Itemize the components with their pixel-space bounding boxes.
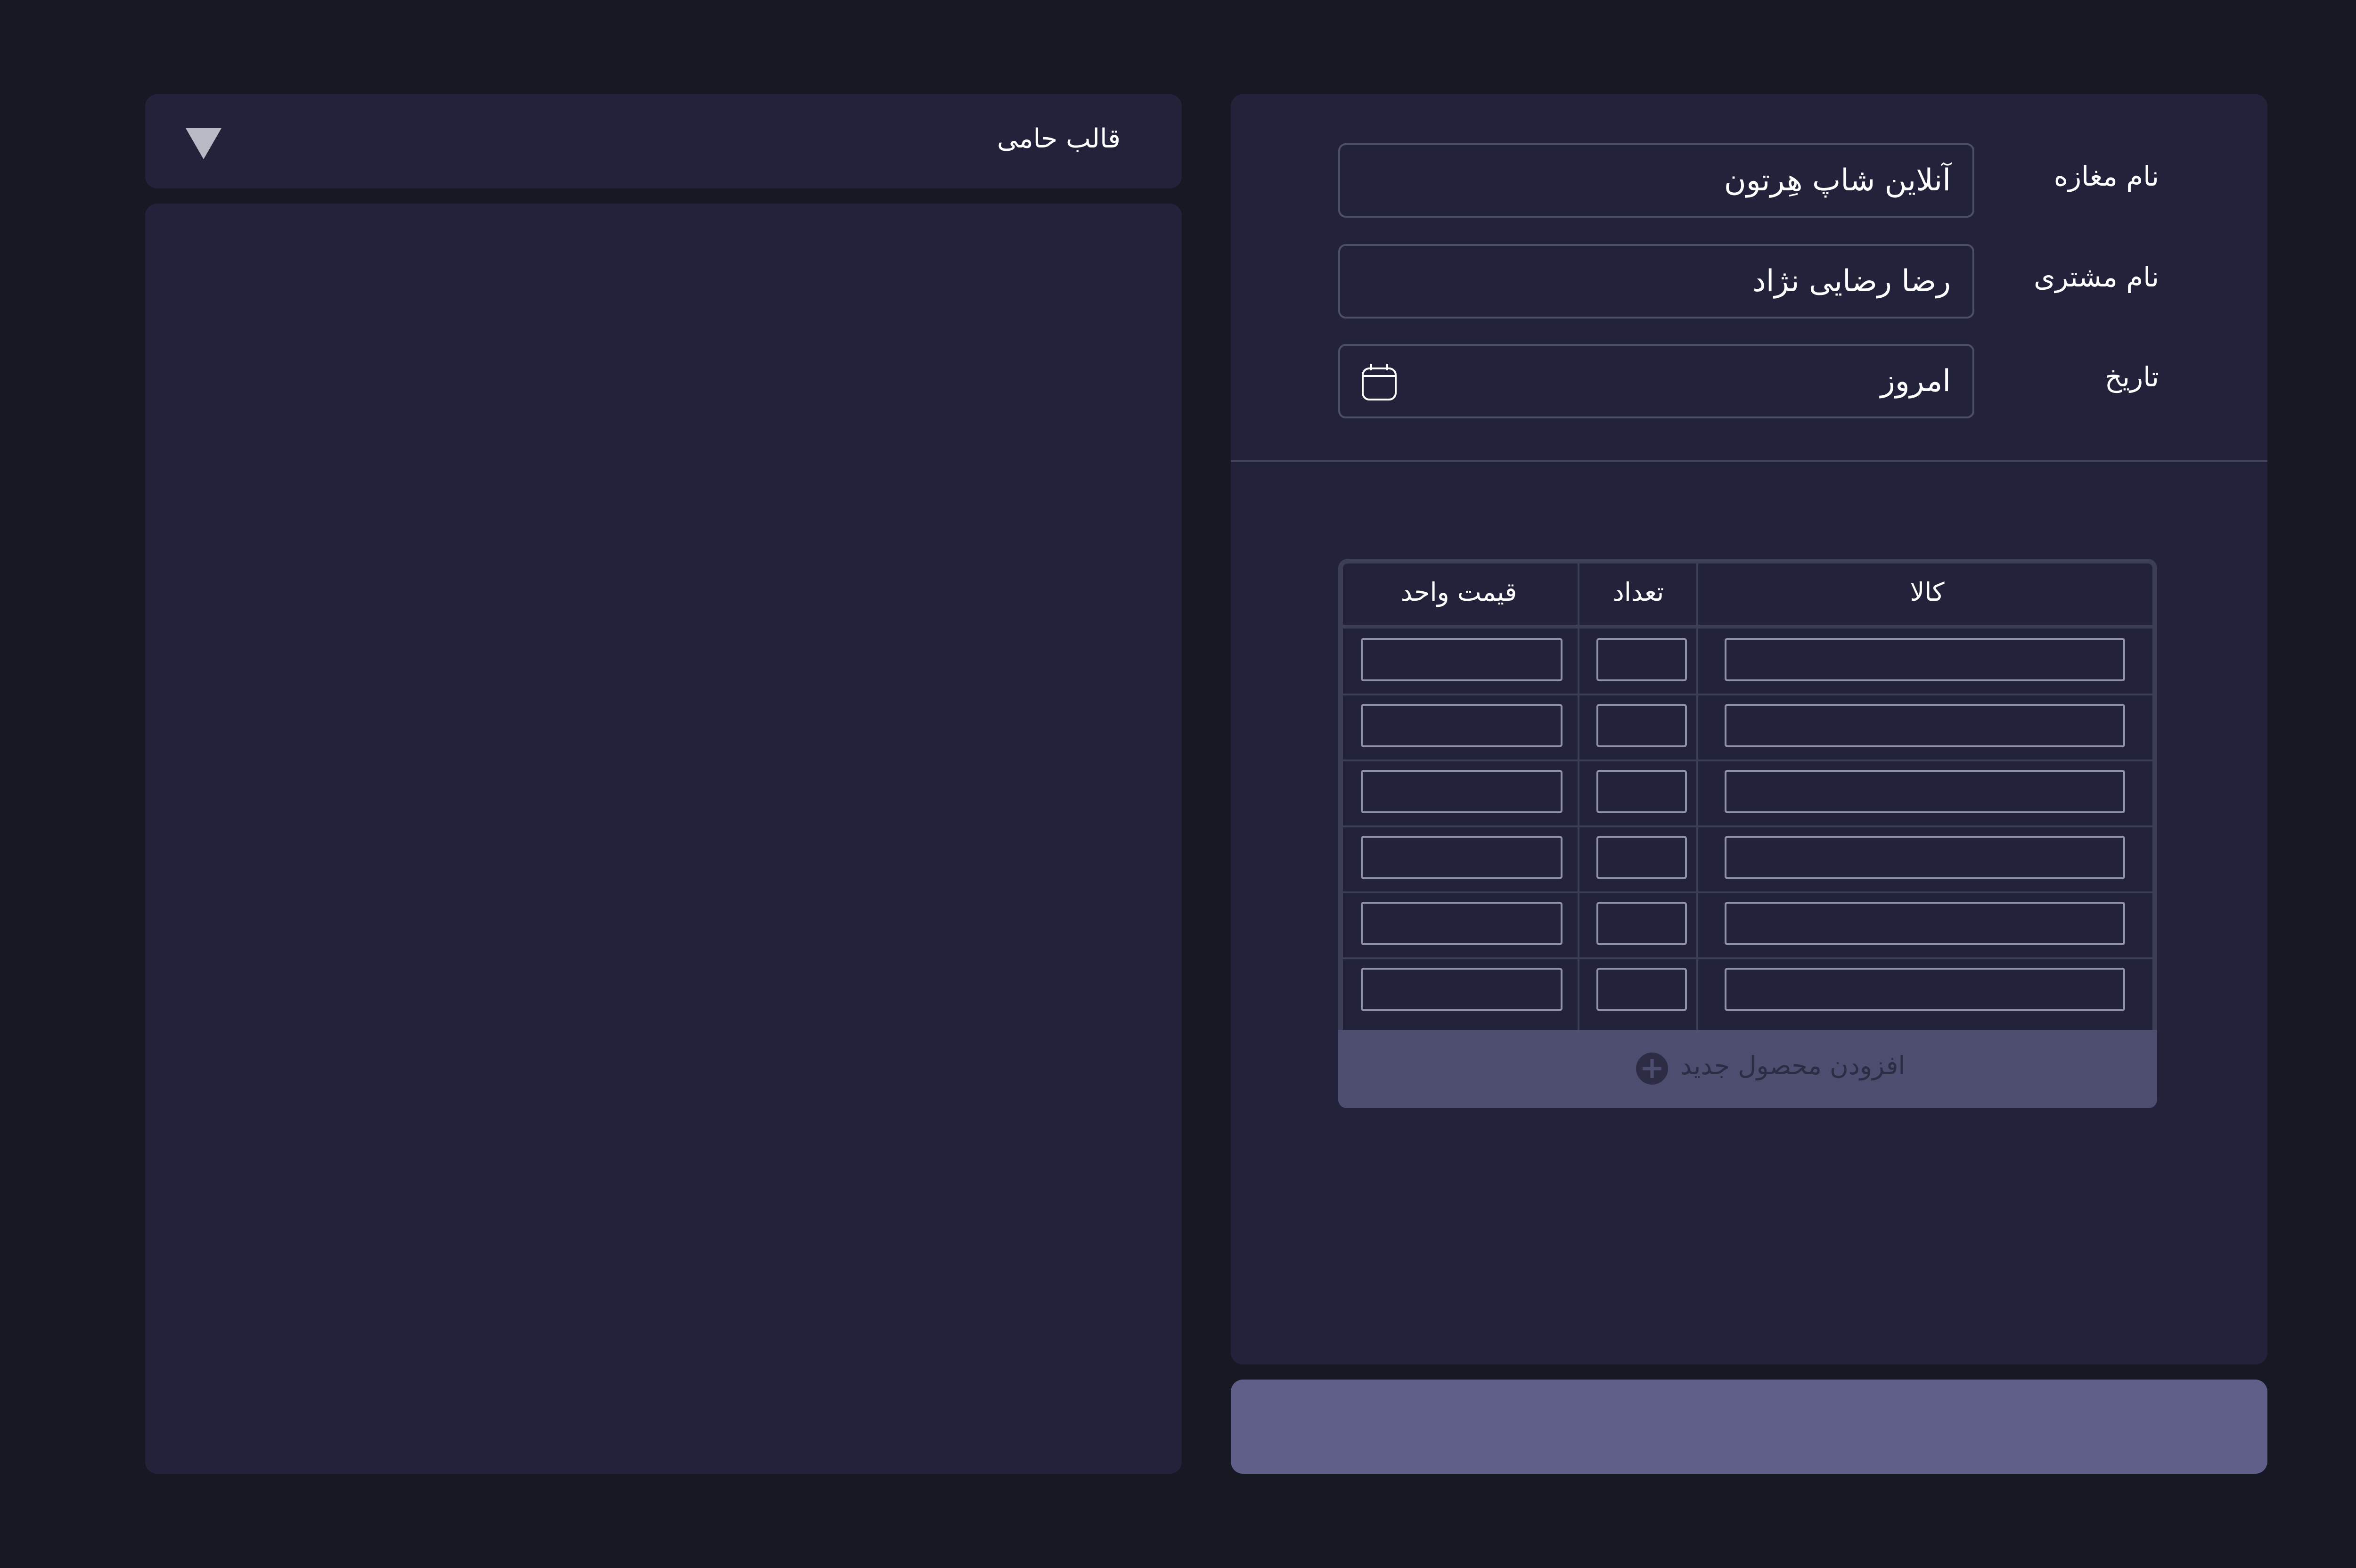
- header-item: کالا: [1910, 577, 1945, 607]
- quantity-input[interactable]: [1596, 968, 1687, 1011]
- unit-price-input[interactable]: [1361, 638, 1562, 681]
- shop-name-value: آنلاین شاپ هِرتون: [1724, 163, 1951, 198]
- invoice-form-panel: نام مغازه آنلاین شاپ هِرتون نام مشتری رض…: [1231, 94, 2267, 1364]
- row-divider: [1343, 825, 2152, 827]
- plus-circle-icon: [1636, 1053, 1668, 1085]
- row-divider: [1343, 957, 2152, 959]
- shop-name-label: نام مغازه: [2053, 160, 2159, 192]
- unit-price-input[interactable]: [1361, 836, 1562, 879]
- submit-button[interactable]: [1231, 1380, 2267, 1474]
- column-divider: [1696, 564, 1698, 1030]
- item-input[interactable]: [1725, 704, 2125, 747]
- header-divider: [1343, 625, 2152, 629]
- calendar-icon[interactable]: [1361, 362, 1398, 401]
- item-input[interactable]: [1725, 968, 2125, 1011]
- add-product-button[interactable]: افزودن محصول جدید: [1338, 1030, 2157, 1108]
- quantity-input[interactable]: [1596, 704, 1687, 747]
- shop-name-input[interactable]: آنلاین شاپ هِرتون: [1338, 143, 1974, 218]
- customer-name-value: رضا رضایی نژاد: [1752, 264, 1951, 299]
- template-selector-label: قالب حامی: [997, 123, 1121, 154]
- quantity-input[interactable]: [1596, 770, 1687, 813]
- quantity-input[interactable]: [1596, 902, 1687, 945]
- unit-price-input[interactable]: [1361, 968, 1562, 1011]
- item-input[interactable]: [1725, 902, 2125, 945]
- quantity-input[interactable]: [1596, 836, 1687, 879]
- form-divider: [1231, 460, 2267, 462]
- header-quantity: تعداد: [1612, 577, 1664, 607]
- customer-name-input[interactable]: رضا رضایی نژاد: [1338, 244, 1974, 318]
- unit-price-input[interactable]: [1361, 704, 1562, 747]
- row-divider: [1343, 694, 2152, 695]
- date-input[interactable]: امروز: [1338, 344, 1974, 418]
- add-product-label: افزودن محصول جدید: [1680, 1051, 1906, 1080]
- items-table: کالا تعداد قیمت واحد افزودن محصول جدید: [1338, 559, 2157, 1108]
- unit-price-input[interactable]: [1361, 770, 1562, 813]
- template-selector[interactable]: قالب حامی: [145, 94, 1182, 188]
- triangle-down-icon[interactable]: [186, 128, 221, 159]
- quantity-input[interactable]: [1596, 638, 1687, 681]
- date-value: امروز: [1880, 364, 1951, 399]
- row-divider: [1343, 891, 2152, 893]
- item-input[interactable]: [1725, 770, 2125, 813]
- unit-price-input[interactable]: [1361, 902, 1562, 945]
- customer-name-label: نام مشتری: [2034, 261, 2159, 293]
- header-unit-price: قیمت واحد: [1400, 577, 1517, 607]
- invoice-preview-panel: [145, 204, 1182, 1474]
- item-input[interactable]: [1725, 638, 2125, 681]
- date-label: تاریخ: [2104, 361, 2159, 393]
- column-divider: [1578, 564, 1579, 1030]
- item-input[interactable]: [1725, 836, 2125, 879]
- row-divider: [1343, 760, 2152, 761]
